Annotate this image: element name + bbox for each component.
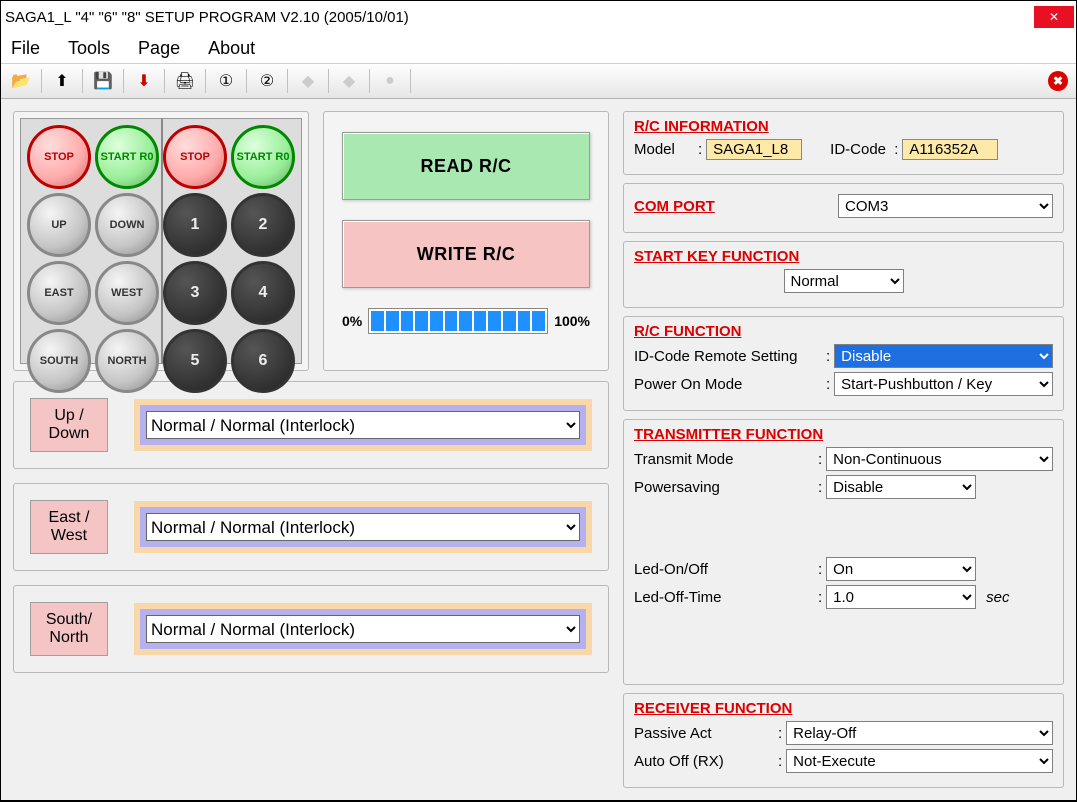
transmit-mode-select[interactable]: Non-Continuous [826,447,1053,471]
south-north-button[interactable]: South/ North [30,602,108,656]
one-icon[interactable]: ① [214,69,238,93]
kp-stop-1: STOP [27,125,91,189]
south-north-select[interactable]: Normal / Normal (Interlock) [146,615,580,643]
com-port-select[interactable]: COM3 [838,194,1053,218]
rc-func-group: R/C FUNCTION ID-Code Remote Setting: Dis… [623,316,1064,411]
disabled-icon-3: ● [378,69,402,93]
window-title: SAGA1_L "4" "6" "8" SETUP PROGRAM V2.10 … [3,9,1034,26]
write-rc-button[interactable]: WRITE R/C [342,220,590,288]
com-port-group: COM PORT COM3 [623,183,1064,233]
powersaving-label: Powersaving [634,479,814,496]
menubar: File Tools Page About [1,33,1076,63]
led-off-time-label: Led-Off-Time [634,589,814,606]
rx-func-group: RECEIVER FUNCTION Passive Act: Relay-Off… [623,693,1064,788]
progress-bar [368,308,548,334]
kp-6: 6 [231,329,295,393]
powersaving-select[interactable]: Disable [826,475,976,499]
menu-page[interactable]: Page [138,38,180,59]
close-round-icon[interactable]: ✖ [1048,71,1068,91]
kp-5: 5 [163,329,227,393]
arrow-down-icon[interactable]: ⬇ [132,69,156,93]
keypad-image: STOP START R0 STOP START R0 UP DOWN 1 2 … [13,111,309,371]
start-key-group: START KEY FUNCTION Normal [623,241,1064,308]
kp-1: 1 [163,193,227,257]
disabled-icon-2: ◆ [337,69,361,93]
disabled-icon-1: ◆ [296,69,320,93]
model-value: SAGA1_L8 [706,139,802,160]
led-onoff-label: Led-On/Off [634,561,814,578]
led-onoff-select[interactable]: On [826,557,976,581]
idcode-label: ID-Code [830,141,886,158]
read-rc-button[interactable]: READ R/C [342,132,590,200]
kp-north: NORTH [95,329,159,393]
open-icon[interactable]: 📂 [9,69,33,93]
menu-tools[interactable]: Tools [68,38,110,59]
passive-act-label: Passive Act [634,725,774,742]
menu-about[interactable]: About [208,38,255,59]
kp-3: 3 [163,261,227,325]
east-west-button[interactable]: East / West [30,500,108,554]
auto-off-select[interactable]: Not-Execute [786,749,1053,773]
toolbar: 📂 ⬆ 💾 ⬇ 🖨 ① ② ◆ ◆ ● ✖ [1,63,1076,99]
save-icon[interactable]: 💾 [91,69,115,93]
power-on-select[interactable]: Start-Pushbutton / Key [834,372,1053,396]
kp-4: 4 [231,261,295,325]
two-icon[interactable]: ② [255,69,279,93]
up-down-button[interactable]: Up / Down [30,398,108,452]
passive-act-select[interactable]: Relay-Off [786,721,1053,745]
model-label: Model [634,141,694,158]
kp-stop-2: STOP [163,125,227,189]
idcode-remote-select[interactable]: Disable [834,344,1053,368]
rc-func-title: R/C FUNCTION [634,323,1053,340]
progress-min: 0% [342,313,362,329]
idcode-value: A116352A [902,139,998,160]
led-off-time-select[interactable]: 1.0 [826,585,976,609]
rx-func-title: RECEIVER FUNCTION [634,700,1053,717]
progress-max: 100% [554,313,590,329]
sec-label: sec [986,589,1009,606]
kp-start-1: START R0 [95,125,159,189]
kp-west: WEST [95,261,159,325]
kp-up: UP [27,193,91,257]
kp-east: EAST [27,261,91,325]
rc-info-title: R/C INFORMATION [634,118,1053,135]
kp-south: SOUTH [27,329,91,393]
kp-2: 2 [231,193,295,257]
tx-func-group: TRANSMITTER FUNCTION Transmit Mode: Non-… [623,419,1064,685]
arrow-up-icon[interactable]: ⬆ [50,69,74,93]
kp-start-2: START R0 [231,125,295,189]
com-port-title: COM PORT [634,198,834,215]
close-button[interactable]: ✕ [1034,6,1074,28]
power-on-label: Power On Mode [634,376,822,393]
menu-file[interactable]: File [11,38,40,59]
east-west-select[interactable]: Normal / Normal (Interlock) [146,513,580,541]
rc-info-group: R/C INFORMATION Model : SAGA1_L8 ID-Code… [623,111,1064,175]
start-key-title: START KEY FUNCTION [634,248,1053,265]
kp-down: DOWN [95,193,159,257]
start-key-select[interactable]: Normal [784,269,904,293]
tx-func-title: TRANSMITTER FUNCTION [634,426,1053,443]
print-icon[interactable]: 🖨 [173,69,197,93]
transmit-mode-label: Transmit Mode [634,451,814,468]
auto-off-label: Auto Off (RX) [634,753,774,770]
idcode-remote-label: ID-Code Remote Setting [634,348,822,365]
up-down-select[interactable]: Normal / Normal (Interlock) [146,411,580,439]
